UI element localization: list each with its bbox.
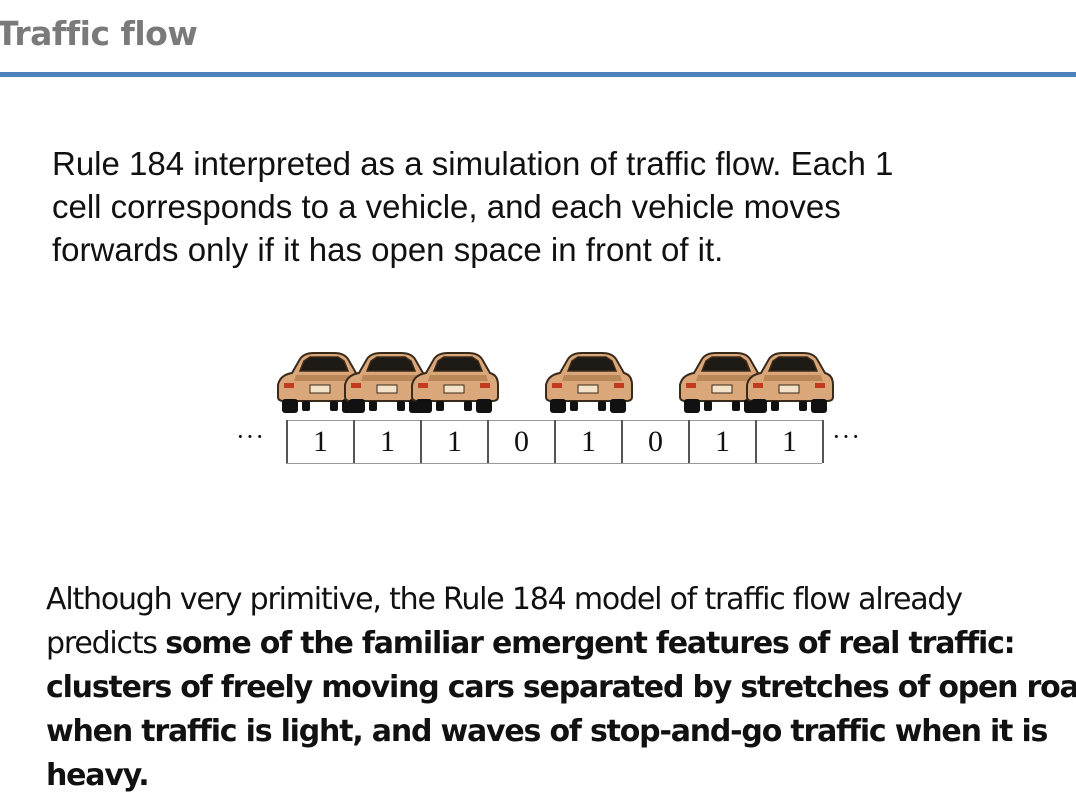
cell-tape: ··· ··· 11101011 [230, 420, 870, 465]
ellipsis-right: ··· [832, 422, 861, 451]
intro-paragraph: Rule 184 interpreted as a simulation of … [52, 142, 1042, 271]
conclusion-line-3-bold: clusters of freely moving cars separated… [46, 670, 1076, 705]
conclusion-line-5: heavy. [46, 754, 1056, 798]
intro-line-1: Rule 184 interpreted as a simulation of … [52, 145, 894, 182]
car-icon [408, 345, 500, 417]
conclusion-line-3: clusters of freely moving cars separated… [46, 666, 1076, 710]
tape-cell: 0 [487, 420, 554, 463]
conclusion-paragraph: Although very primitive, the Rule 184 mo… [46, 578, 1076, 798]
tape-bottom-line [286, 463, 822, 464]
car-icon [743, 345, 835, 417]
conclusion-line-2-bold: some of the familiar emergent features o… [165, 626, 1015, 661]
intro-line-2: cell corresponds to a vehicle, and each … [52, 188, 841, 225]
traffic-figure: ··· ··· 11101011 [230, 345, 870, 475]
tape-cell-end [822, 420, 824, 463]
tape-cell: 1 [420, 420, 487, 463]
conclusion-line-2-normal: predicts [46, 626, 166, 661]
conclusion-line-2: predicts some of the familiar emergent f… [46, 622, 1056, 666]
intro-line-3: forwards only if it has open space in fr… [52, 231, 724, 268]
tape-cell: 0 [621, 420, 688, 463]
conclusion-line-1: Although very primitive, the Rule 184 mo… [46, 582, 963, 617]
car-icon [542, 345, 634, 417]
slide-title: Traffic flow [0, 14, 198, 53]
ellipsis-left: ··· [236, 422, 265, 451]
tape-cell: 1 [286, 420, 353, 463]
tape-cell: 1 [755, 420, 822, 463]
conclusion-line-5-bold: heavy. [46, 758, 150, 793]
tape-cell: 1 [353, 420, 420, 463]
conclusion-line-4-bold: when traffic is light, and waves of stop… [46, 714, 1048, 749]
title-underline [0, 72, 1076, 77]
tape-cell: 1 [688, 420, 755, 463]
conclusion-line-4: when traffic is light, and waves of stop… [46, 710, 1056, 754]
tape-cell: 1 [554, 420, 621, 463]
